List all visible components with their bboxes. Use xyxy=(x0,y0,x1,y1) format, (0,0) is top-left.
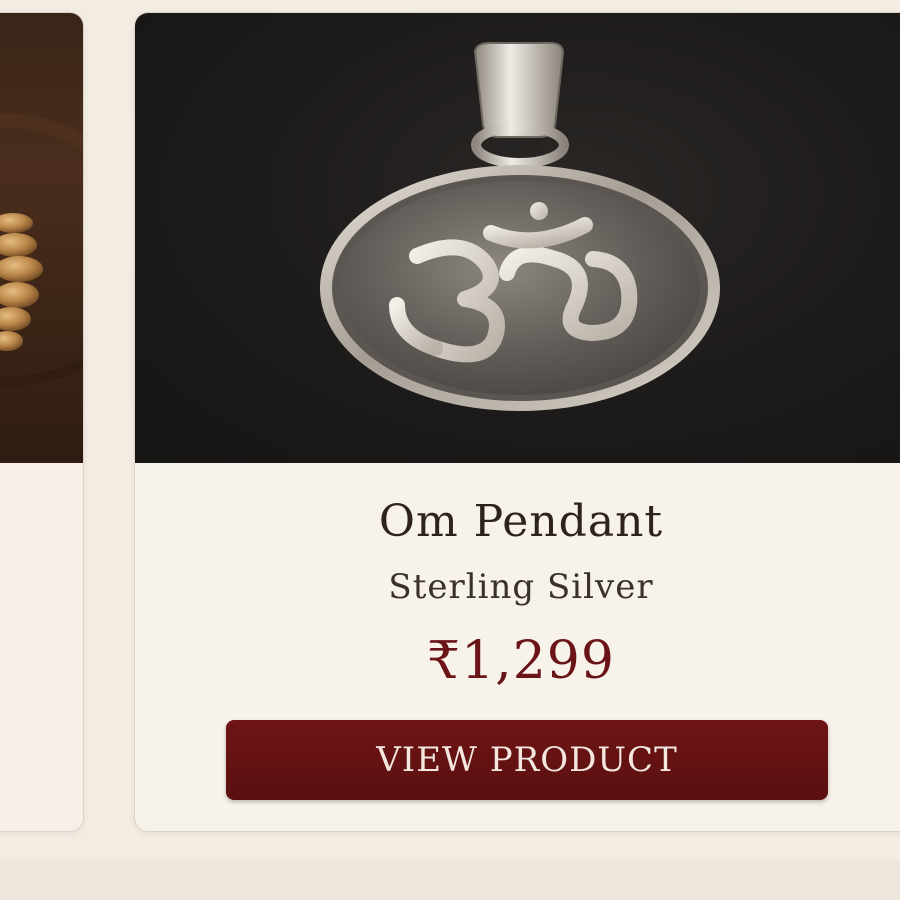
product-title[interactable]: Om Pendant xyxy=(135,496,900,547)
product-price: ₹1,299 xyxy=(427,631,615,691)
product-material: Sterling Silver xyxy=(388,567,654,607)
om-pendant-illustration xyxy=(320,42,720,411)
rudraksha-beads-image[interactable] xyxy=(0,13,83,463)
product-card[interactable]: Om Pendant Sterling Silver ₹1,299 VIEW P… xyxy=(134,12,900,832)
page-footer-strip xyxy=(0,860,900,900)
om-pendant-image[interactable] xyxy=(135,13,900,463)
beads-illustration xyxy=(0,113,83,386)
product-card-previous[interactable] xyxy=(0,12,84,832)
view-product-button[interactable]: VIEW PRODUCT xyxy=(226,720,828,800)
